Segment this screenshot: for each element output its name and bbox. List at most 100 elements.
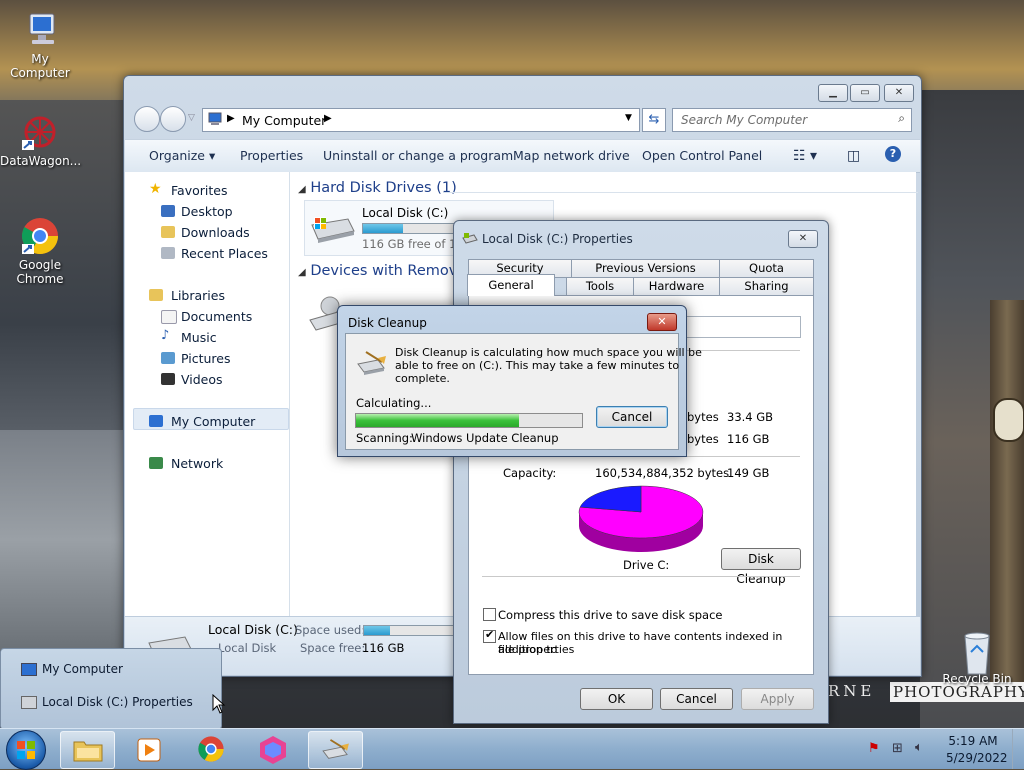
desktop-icon-recycle-bin[interactable]: Recycle Bin <box>937 630 1017 686</box>
tab-hardware[interactable]: Hardware <box>633 277 720 296</box>
disk-cleanup-body: Disk Cleanup is calculating how much spa… <box>345 333 702 450</box>
popup-item-local-disk-properties[interactable]: Local Disk (C:) Properties <box>9 692 213 714</box>
tab-quota[interactable]: Quota <box>719 259 814 278</box>
disk-usage-pie-chart <box>578 485 704 552</box>
desktop-icon-my-computer[interactable]: My Computer <box>0 10 80 80</box>
volume-tray-icon[interactable]: 🔈︎ <box>915 740 923 755</box>
space-used-label: Space used: <box>295 623 366 637</box>
details-drive-type: Local Disk <box>218 641 277 655</box>
nav-network[interactable]: Network <box>149 456 223 471</box>
address-dropdown-icon[interactable]: ▼ <box>625 113 632 123</box>
map-network-drive-button[interactable]: Map network drive <box>513 148 630 163</box>
cleanup-cancel-button[interactable]: Cancel <box>596 406 668 428</box>
wallpaper-watermark-left: RNE <box>828 682 876 700</box>
recycle-bin-icon <box>957 630 997 675</box>
disk-cleanup-icon <box>356 350 388 379</box>
tab-previous-versions[interactable]: Previous Versions <box>571 259 720 278</box>
compress-checkbox[interactable] <box>483 608 496 621</box>
group-hard-disk-drives[interactable]: ◢ Hard Disk Drives (1) <box>298 180 457 196</box>
search-icon[interactable]: ⌕ <box>898 111 905 126</box>
computer-icon <box>21 663 37 676</box>
hard-drive-icon <box>308 213 356 246</box>
address-text[interactable]: My Computer <box>242 113 326 128</box>
help-icon[interactable]: ? <box>885 146 901 162</box>
computer-icon <box>20 10 60 50</box>
properties-button[interactable]: Properties <box>240 148 303 163</box>
tab-general[interactable]: General <box>467 274 555 296</box>
nav-pictures[interactable]: Pictures <box>161 351 231 366</box>
drive-small-icon <box>21 696 37 709</box>
back-button[interactable] <box>134 106 160 132</box>
separator <box>482 576 800 577</box>
chrome-icon <box>20 216 60 256</box>
uninstall-program-button[interactable]: Uninstall or change a program <box>323 148 513 163</box>
maximize-button[interactable]: ▭ <box>850 84 880 102</box>
start-button[interactable] <box>6 730 46 770</box>
clock-date: 5/29/2022 <box>946 751 1008 765</box>
search-placeholder: Search My Computer <box>681 113 808 127</box>
ok-button[interactable]: OK <box>580 688 653 710</box>
network-icon <box>149 457 163 469</box>
network-tray-icon[interactable]: ⊞ <box>892 741 903 756</box>
open-control-panel-button[interactable]: Open Control Panel <box>642 148 762 163</box>
show-desktop-button[interactable] <box>1012 729 1024 769</box>
drive-c-label: Drive C: <box>623 558 670 572</box>
cancel-button[interactable]: Cancel <box>660 688 733 710</box>
free-space-bytes: bytes <box>687 432 719 446</box>
desktop-icon-label: Google Chrome <box>16 258 64 286</box>
computer-icon <box>149 415 163 427</box>
nav-downloads[interactable]: Downloads <box>161 225 250 240</box>
desktop-wallpaper-clock <box>993 398 1024 442</box>
tray-clock[interactable]: 5:19 AM 5/29/2022 <box>946 734 1008 765</box>
recent-pages-dropdown[interactable]: ▽ <box>188 113 195 123</box>
minimize-button[interactable]: ▁ <box>818 84 848 102</box>
space-free-value: 116 GB <box>362 641 405 655</box>
capacity-bytes: 160,534,884,352 bytes <box>595 466 730 480</box>
breadcrumb-arrow-icon[interactable]: ▶ <box>324 113 332 124</box>
nav-libraries[interactable]: Libraries <box>149 288 225 303</box>
forward-button[interactable] <box>160 106 186 132</box>
folder-icon <box>73 741 103 762</box>
nav-favorites[interactable]: ★ Favorites <box>149 181 227 198</box>
tab-sharing[interactable]: Sharing <box>719 277 814 296</box>
nav-recent-places[interactable]: Recent Places <box>161 246 268 261</box>
nav-my-computer[interactable]: My Computer <box>149 414 255 429</box>
media-player-icon <box>137 738 161 762</box>
libraries-icon <box>149 289 163 301</box>
navigation-pane: ★ Favorites Desktop Downloads Recent Pla… <box>125 172 290 616</box>
desktop-icon-label: DataWagon... <box>0 154 82 168</box>
taskbar-explorer[interactable] <box>60 731 115 769</box>
desktop-icon-google-chrome[interactable]: Google Chrome <box>0 216 80 286</box>
nav-documents[interactable]: Documents <box>161 309 252 324</box>
disk-cleanup-button[interactable]: Disk Cleanup <box>721 548 801 586</box>
organize-button[interactable]: Organize ▾ <box>149 148 215 163</box>
refresh-icon[interactable]: ⇆ <box>642 108 666 132</box>
calculating-label: Calculating... <box>356 396 432 410</box>
documents-icon <box>161 310 177 324</box>
apply-button[interactable]: Apply <box>741 688 814 710</box>
cleanup-progress-fill <box>356 414 519 427</box>
popup-item-my-computer[interactable]: My Computer <box>9 659 213 681</box>
index-checkbox[interactable]: ✔ <box>483 628 496 643</box>
taskbar: ⚑ ⊞ 🔈︎ 5:19 AM 5/29/2022 <box>0 728 1024 770</box>
close-button[interactable]: ✕ <box>647 313 677 331</box>
address-bar[interactable]: ▶ My Computer ▶ ▼ <box>202 108 640 132</box>
windows-logo-icon <box>17 741 35 759</box>
nav-videos[interactable]: Videos <box>161 372 223 387</box>
taskbar-disk-cleanup[interactable] <box>308 731 363 769</box>
preview-pane-icon[interactable]: ◫ <box>847 148 860 164</box>
tab-tools[interactable]: Tools <box>566 277 634 296</box>
downloads-folder-icon <box>161 226 175 238</box>
desktop-icon-datawagon[interactable]: DataWagon... <box>0 112 82 168</box>
action-center-flag-icon[interactable]: ⚑ <box>868 741 880 756</box>
taskbar-chrome[interactable] <box>184 731 237 767</box>
clock-time: 5:19 AM <box>948 734 998 748</box>
nav-music[interactable]: ♪ Music <box>161 328 217 345</box>
nav-desktop[interactable]: Desktop <box>161 204 233 219</box>
change-view-icon[interactable]: ☷ ▾ <box>793 148 817 164</box>
close-button[interactable]: ✕ <box>884 84 914 102</box>
search-input[interactable]: Search My Computer ⌕ <box>672 108 912 132</box>
close-button[interactable]: ✕ <box>788 230 818 248</box>
taskbar-app[interactable] <box>246 731 299 767</box>
taskbar-media-player[interactable] <box>122 731 175 767</box>
